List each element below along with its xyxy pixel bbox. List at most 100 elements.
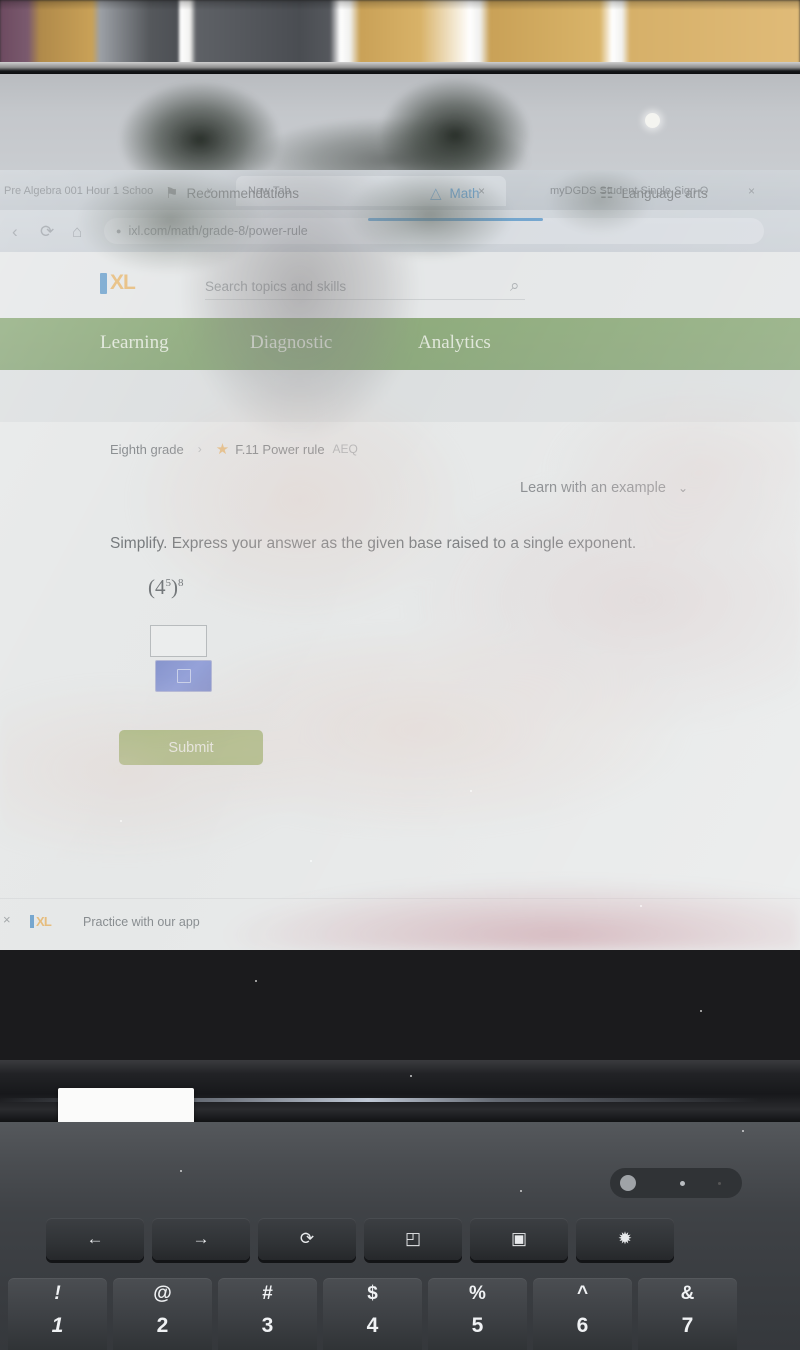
fullscreen-icon: ◰ <box>404 1229 422 1248</box>
math-expression: (45)8 <box>148 575 184 600</box>
tab-label: Recommendations <box>186 185 300 201</box>
ixl-main-nav: Learning Diagnostic Analytics <box>0 318 800 370</box>
promo-text[interactable]: Practice with our app <box>83 915 200 929</box>
learn-with-example-button[interactable]: Learn with an example ⌄ <box>520 480 688 496</box>
key-number: 7 <box>681 1314 694 1337</box>
math-keypad-popup[interactable] <box>155 660 212 692</box>
nav-item-analytics[interactable]: Analytics <box>418 332 491 354</box>
tab-recommendations[interactable]: ⚑ Recommendations <box>165 184 299 202</box>
expression-outer-exponent: 8 <box>178 577 184 589</box>
promo-logo-word: XL <box>36 914 52 929</box>
keypad-glyph-icon <box>176 669 191 683</box>
question-prompt: Simplify. Express your answer as the giv… <box>110 535 637 552</box>
key-overview[interactable]: ▣ <box>470 1218 568 1260</box>
expression-open-paren: ( <box>148 575 155 599</box>
keyboard-number-row: ! 1 @ 2 # 3 $ 4 % 5 ^ 6 & 7 <box>0 1278 737 1350</box>
screen-bezel <box>0 74 800 188</box>
dust-speck <box>700 1010 702 1012</box>
search-input[interactable]: Search topics and skills <box>205 273 525 300</box>
dust-speck <box>180 1170 182 1172</box>
back-arrow-icon: ← <box>86 1229 104 1248</box>
recommendations-icon: ⚑ <box>165 185 179 202</box>
key-reload[interactable]: ⟳ <box>258 1218 356 1260</box>
address-bar[interactable]: ● ixl.com/math/grade-8/power-rule <box>104 218 764 244</box>
key-5[interactable]: % 5 <box>428 1278 527 1350</box>
forward-arrow-icon: → <box>192 1229 210 1248</box>
key-6[interactable]: ^ 6 <box>533 1278 632 1350</box>
star-icon[interactable]: ★ <box>216 440 229 458</box>
sensor-dot-icon <box>680 1181 685 1186</box>
learn-label: Learn with an example <box>520 480 666 496</box>
tab-language-arts[interactable]: ☷ Language arts <box>600 184 708 202</box>
reload-icon[interactable]: ⟳ <box>40 222 54 242</box>
key-1[interactable]: ! 1 <box>8 1278 107 1350</box>
key-symbol: @ <box>153 1283 172 1304</box>
key-7[interactable]: & 7 <box>638 1278 737 1350</box>
nav-item-diagnostic[interactable]: Diagnostic <box>250 332 332 354</box>
nav-item-learning[interactable]: Learning <box>100 332 169 354</box>
tab-close-icon[interactable]: × <box>748 184 755 198</box>
dust-speck <box>410 1075 412 1077</box>
overview-icon: ▣ <box>510 1229 528 1248</box>
key-4[interactable]: $ 4 <box>323 1278 422 1350</box>
key-symbol: ! <box>54 1283 61 1304</box>
chevron-down-icon: ⌄ <box>677 481 688 495</box>
ixl-logo[interactable]: XL <box>100 270 168 296</box>
brightness-icon: ✹ <box>617 1229 633 1248</box>
deck-sensor <box>610 1168 742 1198</box>
math-icon: △ <box>430 185 442 202</box>
dust-speck <box>120 820 122 822</box>
key-number: 6 <box>576 1314 589 1337</box>
tab-label: Language arts <box>621 185 708 201</box>
tree-reflection <box>380 78 530 174</box>
promo-close-icon[interactable]: × <box>3 912 11 927</box>
key-symbol: & <box>680 1283 695 1304</box>
language-arts-icon: ☷ <box>600 185 614 202</box>
key-symbol: $ <box>367 1283 378 1304</box>
key-2[interactable]: @ 2 <box>113 1278 212 1350</box>
laptop-screen: Pre Algebra 001 Hour 1 Schoo × New Tab ×… <box>0 170 800 950</box>
ixl-logo-word: XL <box>110 271 136 294</box>
active-tab-underline <box>368 218 543 221</box>
background-shadow <box>0 0 800 10</box>
ixl-logo-bar <box>100 272 107 294</box>
key-number: 2 <box>156 1314 169 1337</box>
url-text: ixl.com/math/grade-8/power-rule <box>128 224 308 238</box>
key-brightness[interactable]: ✹ <box>576 1218 674 1260</box>
breadcrumb-skill: F.11 Power rule <box>235 441 325 457</box>
search-icon[interactable]: ⌕ <box>510 276 520 296</box>
breadcrumb-separator-icon: › <box>197 442 202 456</box>
answer-input[interactable] <box>150 625 207 657</box>
dust-speck <box>640 905 642 907</box>
photo-of-laptop: Pre Algebra 001 Hour 1 Schoo × New Tab ×… <box>0 0 800 1350</box>
dust-speck <box>310 860 312 862</box>
key-number: 1 <box>51 1314 64 1337</box>
promo-logo-bar <box>30 915 34 928</box>
dust-speck <box>470 790 472 792</box>
tab-math[interactable]: △ Math <box>430 184 480 202</box>
key-number: 3 <box>261 1314 274 1337</box>
skill-code: AEQ <box>332 442 358 456</box>
key-fullscreen[interactable]: ◰ <box>364 1218 462 1260</box>
key-number: 5 <box>471 1314 484 1337</box>
key-symbol: # <box>262 1283 273 1304</box>
home-icon[interactable]: ⌂ <box>72 222 82 242</box>
key-3[interactable]: # 3 <box>218 1278 317 1350</box>
back-icon[interactable]: ‹ <box>12 222 18 242</box>
tree-reflection <box>120 82 280 178</box>
dust-speck <box>742 1130 744 1132</box>
key-forward[interactable]: → <box>152 1218 250 1260</box>
expression-base: 4 <box>155 575 166 599</box>
submit-button[interactable]: Submit <box>119 730 263 765</box>
reload-icon: ⟳ <box>299 1229 315 1248</box>
key-symbol: ^ <box>576 1283 589 1304</box>
ixl-subject-tabs <box>0 370 800 422</box>
submit-label: Submit <box>168 739 214 756</box>
breadcrumb-grade[interactable]: Eighth grade <box>110 442 184 457</box>
key-number: 4 <box>366 1314 379 1337</box>
sensor-lens-icon <box>620 1175 636 1191</box>
key-symbol: % <box>469 1283 486 1304</box>
lid-top-edge <box>0 62 800 74</box>
key-back[interactable]: ← <box>46 1218 144 1260</box>
webcam-reflection <box>645 113 660 128</box>
